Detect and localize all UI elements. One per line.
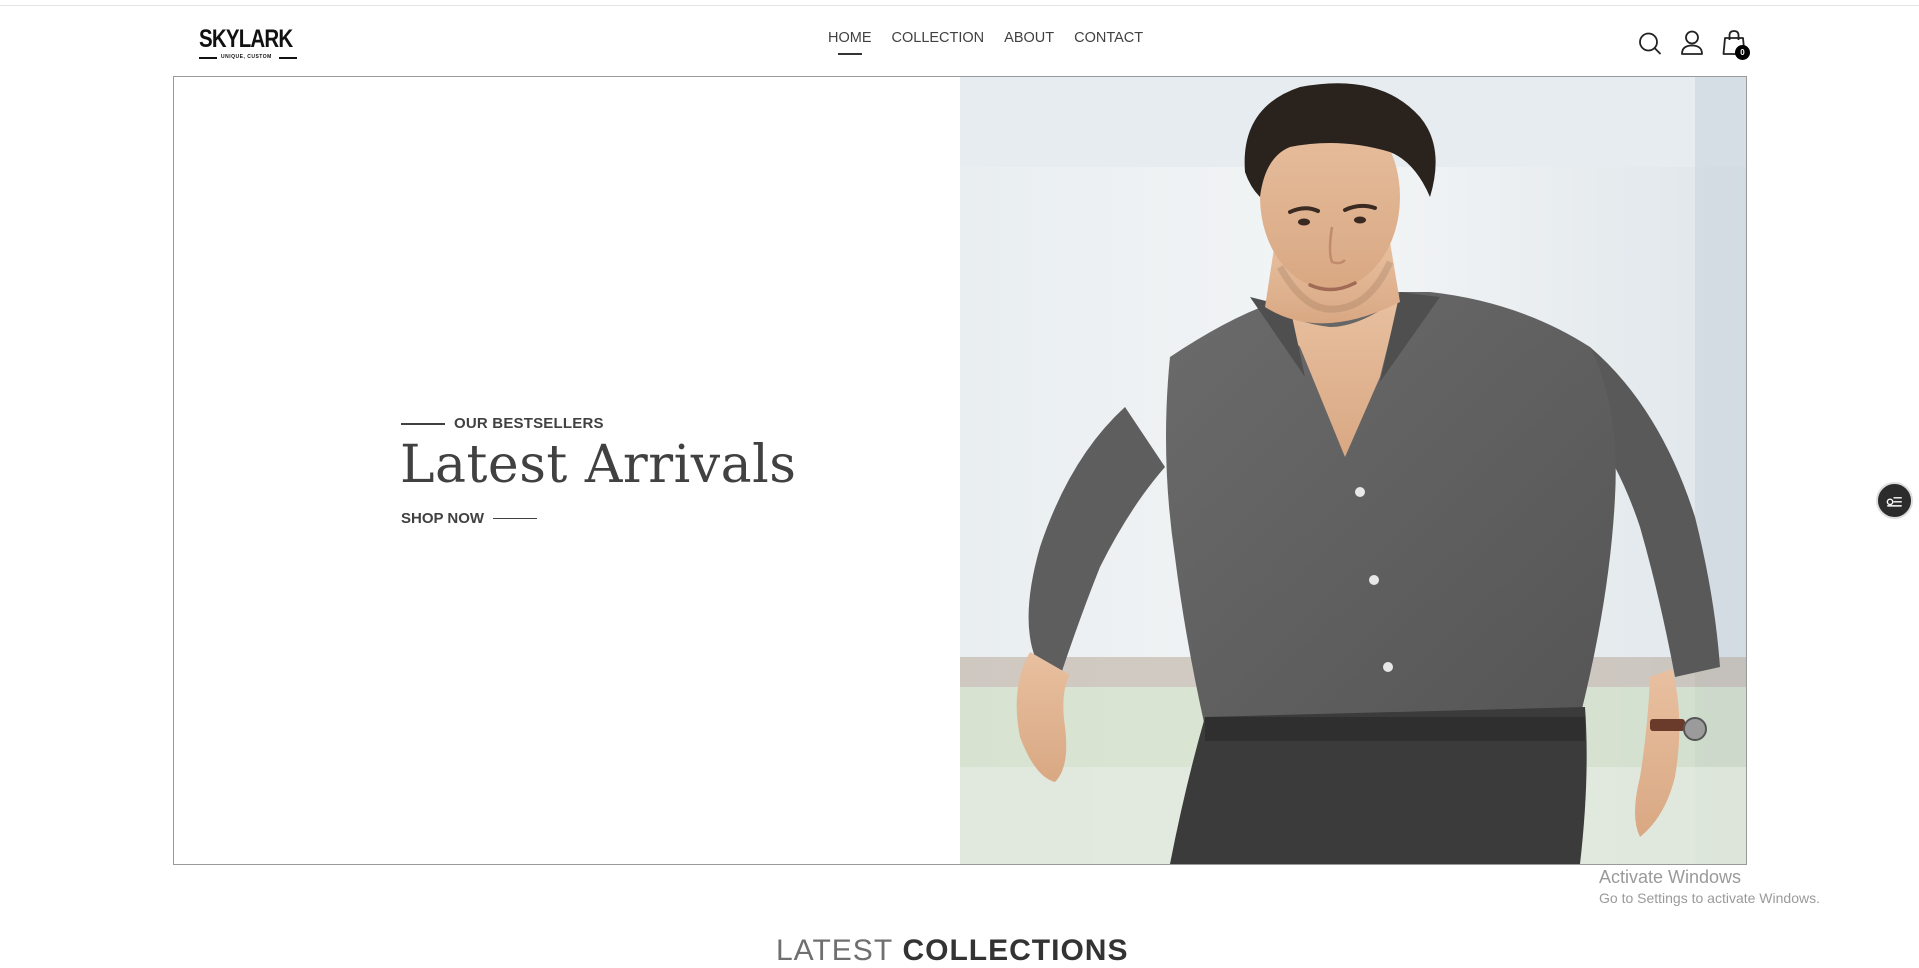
shopping-bag-icon[interactable]: 0 [1720, 28, 1750, 60]
hero-photo [960, 77, 1746, 864]
nav-about[interactable]: ABOUT [1004, 30, 1054, 46]
hero-title: Latest Arrivals [400, 435, 797, 495]
nav-home[interactable]: HOME [828, 30, 872, 55]
search-icon[interactable] [1636, 28, 1664, 58]
cart-count-badge: 0 [1735, 45, 1750, 60]
logo[interactable]: SKYLARK UNIQUE, CUSTOM [199, 26, 297, 62]
shop-now-label: SHOP NOW [401, 510, 485, 527]
header-icons: 0 [1636, 28, 1750, 60]
logo-tagline: UNIQUE, CUSTOM [199, 54, 297, 62]
settings-list-icon [1886, 497, 1902, 507]
eyebrow-text: OUR BESTSELLERS [454, 415, 604, 432]
heading-dark-part: COLLECTIONS [902, 934, 1129, 967]
user-icon[interactable] [1678, 28, 1706, 58]
heading-light-part: LATEST [776, 934, 894, 967]
watermark-title: Activate Windows [1599, 867, 1742, 887]
floating-settings-button[interactable] [1876, 482, 1913, 519]
eyebrow-line [401, 422, 445, 425]
windows-activation-watermark: Activate Windows Go to Settings to activ… [1599, 866, 1820, 908]
hero-banner: OUR BESTSELLERS Latest Arrivals SHOP NOW [173, 76, 1747, 865]
nav-contact[interactable]: CONTACT [1074, 30, 1143, 46]
main-nav: HOME COLLECTION ABOUT CONTACT [828, 30, 1143, 55]
site-header: SKYLARK UNIQUE, CUSTOM HOME COLLECTION A… [0, 6, 1919, 76]
shop-now-button[interactable]: SHOP NOW [401, 510, 538, 527]
watermark-subtitle: Go to Settings to activate Windows. [1599, 890, 1820, 906]
hero-image [960, 77, 1746, 864]
logo-text: SKYLARK [199, 25, 293, 53]
hero-text-panel: OUR BESTSELLERS Latest Arrivals SHOP NOW [174, 77, 960, 864]
hero-eyebrow: OUR BESTSELLERS [401, 415, 604, 432]
cta-line [493, 518, 538, 519]
nav-collection[interactable]: COLLECTION [892, 30, 985, 46]
latest-collections-heading: LATEST COLLECTIONS [776, 934, 1128, 968]
logo-tagline-text: UNIQUE, CUSTOM [221, 54, 272, 60]
